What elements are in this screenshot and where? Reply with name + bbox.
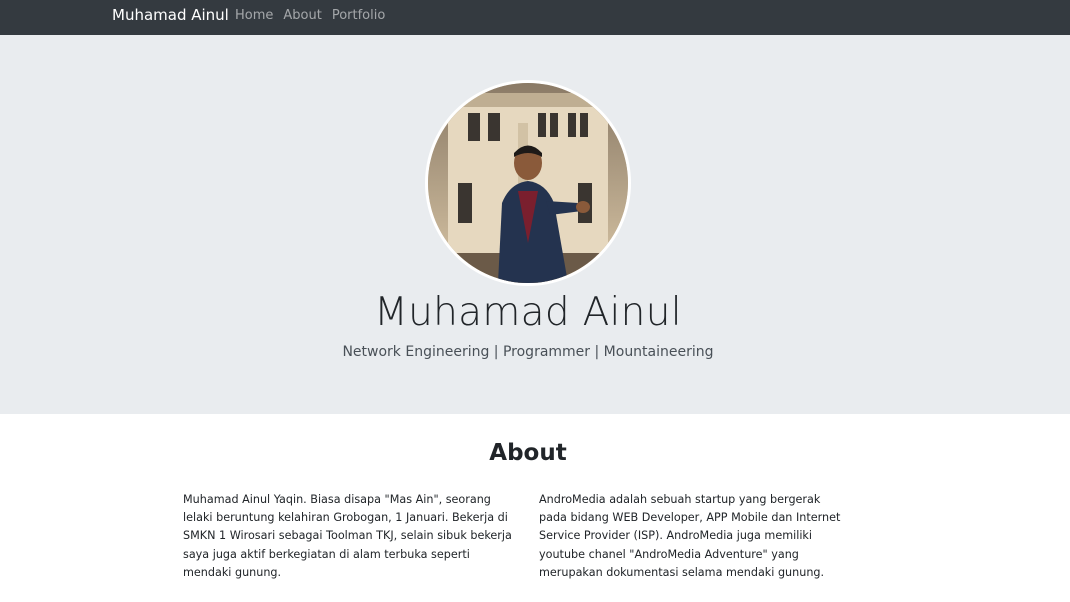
about-title: About <box>489 440 567 466</box>
hero-section: Muhamad Ainul Network Engineering | Prog… <box>0 35 1070 414</box>
about-text-right: AndroMedia adalah sebuah startup yang be… <box>539 493 841 579</box>
nav-links: Home About Portfolio <box>235 8 395 24</box>
nav-link-about[interactable]: About <box>283 8 321 24</box>
navbar-brand[interactable]: Muhamad Ainul <box>112 6 229 24</box>
hero-tagline: Network Engineering | Programmer | Mount… <box>342 344 714 360</box>
about-text-left: Muhamad Ainul Yaqin. Biasa disapa "Mas A… <box>183 493 512 579</box>
profile-photo-image <box>428 83 628 283</box>
profile-photo <box>425 80 631 286</box>
hero-name: Muhamad Ainul <box>374 290 682 335</box>
navbar: Muhamad Ainul Home About Portfolio <box>0 0 1070 35</box>
nav-link-portfolio[interactable]: Portfolio <box>332 8 385 24</box>
nav-link-home[interactable]: Home <box>235 8 273 24</box>
